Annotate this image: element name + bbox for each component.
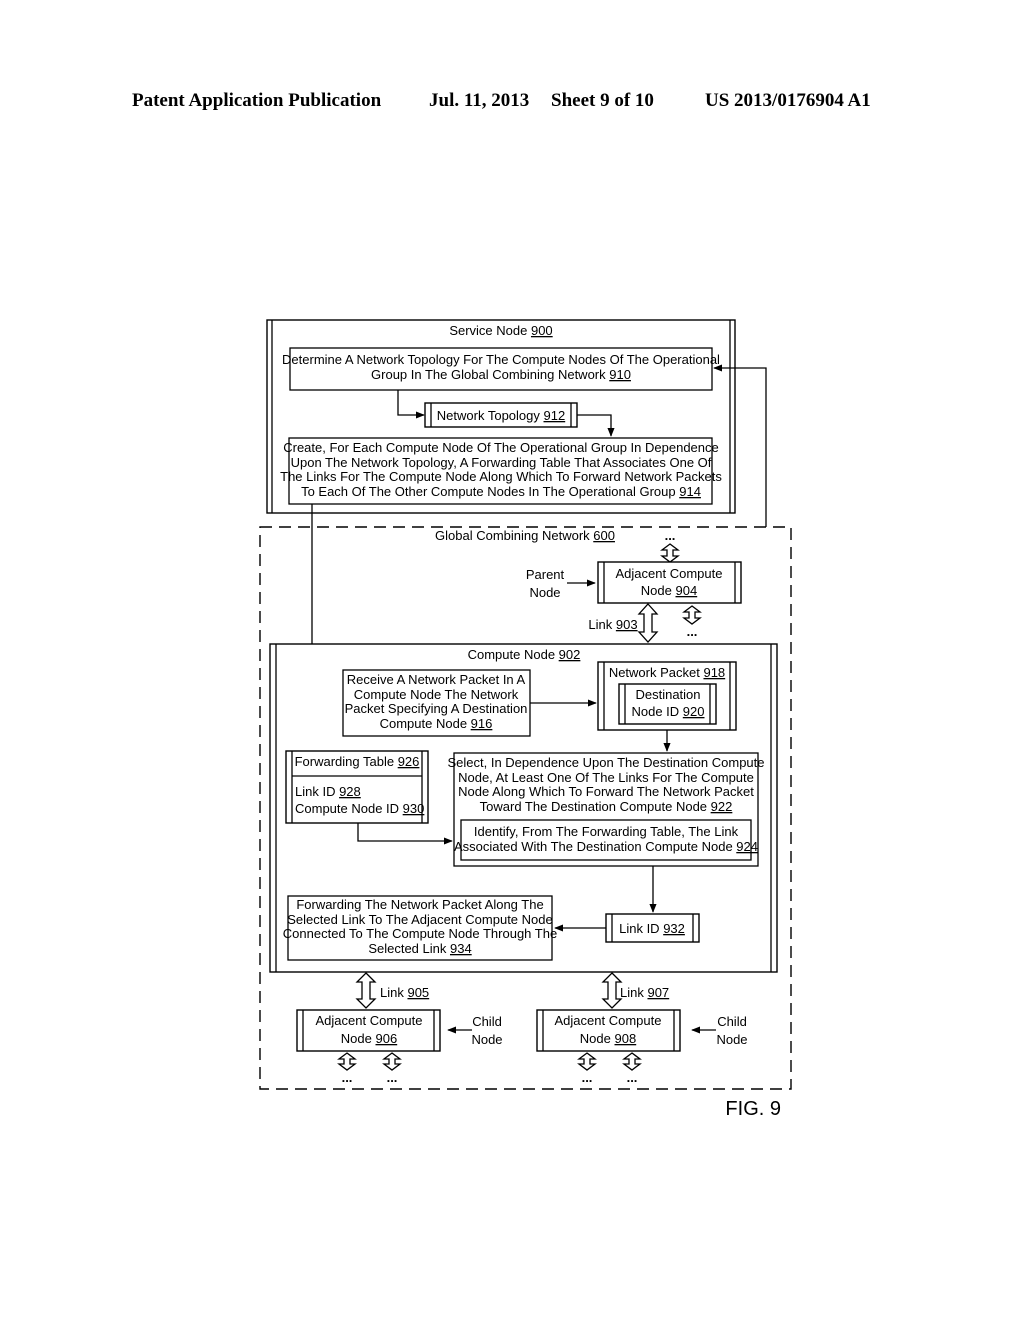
double-arrow-icon	[337, 1052, 642, 1071]
svg-text:Compute Node 902: Compute Node 902	[468, 647, 581, 662]
link-id-932: Link ID 932	[605, 913, 700, 943]
svg-text:Connected To The Compute Node: Connected To The Compute Node Through Th…	[283, 926, 557, 941]
link-905-label: Link 905	[380, 985, 429, 1000]
diagram: Service Node 900 Determine A Network Top…	[259, 319, 792, 1120]
svg-text:...: ...	[582, 1070, 593, 1085]
svg-text:Selected Link To The Adjacent: Selected Link To The Adjacent Compute No…	[287, 912, 552, 927]
step-916-box: Receive A Network Packet In A Compute No…	[342, 669, 531, 737]
svg-text:To Each Of The Other Compute N: To Each Of The Other Compute Nodes In Th…	[301, 484, 701, 499]
parent-node-label: Parent	[526, 567, 565, 582]
forwarding-table-926: Forwarding Table 926 Link ID 928 Compute…	[285, 750, 429, 824]
svg-text:Node Along Which To Forward Th: Node Along Which To Forward The Network …	[458, 784, 754, 799]
svg-text:Destination: Destination	[635, 687, 700, 702]
svg-text:...: ...	[627, 1070, 638, 1085]
svg-text:Adjacent Compute: Adjacent Compute	[616, 566, 723, 581]
svg-text:Select, In Dependence Upon The: Select, In Dependence Upon The Destinati…	[447, 755, 764, 770]
svg-text:Node ID 920: Node ID 920	[631, 704, 704, 719]
svg-text:Network Packet 918: Network Packet 918	[609, 665, 725, 680]
svg-text:Toward The Destination Compute: Toward The Destination Compute Node 922	[480, 799, 733, 814]
double-arrow-icon	[660, 543, 680, 563]
svg-text:The Links For The Compute Node: The Links For The Compute Node Along Whi…	[280, 469, 722, 484]
svg-text:Compute Node 916: Compute Node 916	[380, 716, 493, 731]
child-node-label: Child	[472, 1014, 502, 1029]
figure-label: FIG. 9	[725, 1098, 781, 1120]
destination-node-id-920: Destination Node ID 920	[618, 683, 717, 725]
svg-text:Adjacent Compute: Adjacent Compute	[555, 1013, 662, 1028]
ellipsis: ...	[665, 528, 676, 543]
step-934-box: Forwarding The Network Packet Along The …	[283, 895, 557, 961]
svg-text:Determine A Network Topology F: Determine A Network Topology For The Com…	[282, 352, 720, 367]
svg-text:Upon The Network Topology, A F: Upon The Network Topology, A Forwarding …	[291, 455, 712, 470]
svg-text:Node: Node	[716, 1032, 747, 1047]
svg-text:Selected Link 934: Selected Link 934	[368, 941, 471, 956]
adjacent-compute-node-908: Adjacent Compute Node 908	[536, 1009, 681, 1052]
svg-text:Packet Specifying A Destinatio: Packet Specifying A Destination	[345, 701, 528, 716]
svg-text:Child: Child	[717, 1014, 747, 1029]
svg-text:Associated With The Destinatio: Associated With The Destination Compute …	[454, 839, 758, 854]
service-node-label: Service Node 900	[449, 323, 552, 338]
svg-text:...: ...	[687, 624, 698, 639]
link-905-arrow	[355, 972, 377, 1009]
link-907-arrow	[601, 972, 623, 1009]
svg-text:Receive A Network Packet In A: Receive A Network Packet In A	[347, 672, 526, 687]
svg-text:Identify, From The Forwarding: Identify, From The Forwarding Table, The…	[474, 824, 739, 839]
double-arrow-icon	[682, 605, 702, 625]
svg-text:Link ID 932: Link ID 932	[619, 921, 685, 936]
step-914-box: Create, For Each Compute Node Of The Ope…	[280, 437, 722, 505]
adjacent-compute-node-904: Adjacent Compute Node 904	[597, 561, 742, 604]
link-907-label: Link 907	[620, 985, 669, 1000]
network-topology-912: Network Topology 912	[424, 402, 578, 428]
svg-text:Compute Node The Network: Compute Node The Network	[354, 687, 519, 702]
svg-text:Create, For Each Compute Node: Create, For Each Compute Node Of The Ope…	[283, 440, 719, 455]
link-903-arrow	[637, 603, 659, 643]
svg-text:Forwarding Table 926: Forwarding Table 926	[295, 754, 420, 769]
svg-text:Forwarding The Network Packet: Forwarding The Network Packet Along The	[296, 897, 543, 912]
compute-node-id-930: Compute Node ID 930	[295, 801, 424, 816]
svg-text:Node: Node	[529, 585, 560, 600]
step-924-box: Identify, From The Forwarding Table, The…	[454, 819, 758, 861]
svg-text:Node 906: Node 906	[341, 1031, 397, 1046]
step-910-box: Determine A Network Topology For The Com…	[282, 347, 720, 391]
svg-text:Network Topology 912: Network Topology 912	[437, 408, 565, 423]
svg-text:Node 908: Node 908	[580, 1031, 636, 1046]
svg-text:Node, At Least One Of The Link: Node, At Least One Of The Links For The …	[458, 770, 754, 785]
svg-text:Group In The Global Combining: Group In The Global Combining Network 91…	[371, 367, 631, 382]
svg-text:Node 904: Node 904	[641, 583, 697, 598]
adjacent-compute-node-906: Adjacent Compute Node 906	[296, 1009, 441, 1052]
svg-text:...: ...	[387, 1070, 398, 1085]
svg-text:Node: Node	[471, 1032, 502, 1047]
link-id-928: Link ID 928	[295, 784, 361, 799]
network-600-label: Global Combining Network 600	[435, 528, 615, 543]
link-903-label: Link 903	[588, 617, 637, 632]
svg-text:...: ...	[342, 1070, 353, 1085]
svg-text:Adjacent Compute: Adjacent Compute	[316, 1013, 423, 1028]
